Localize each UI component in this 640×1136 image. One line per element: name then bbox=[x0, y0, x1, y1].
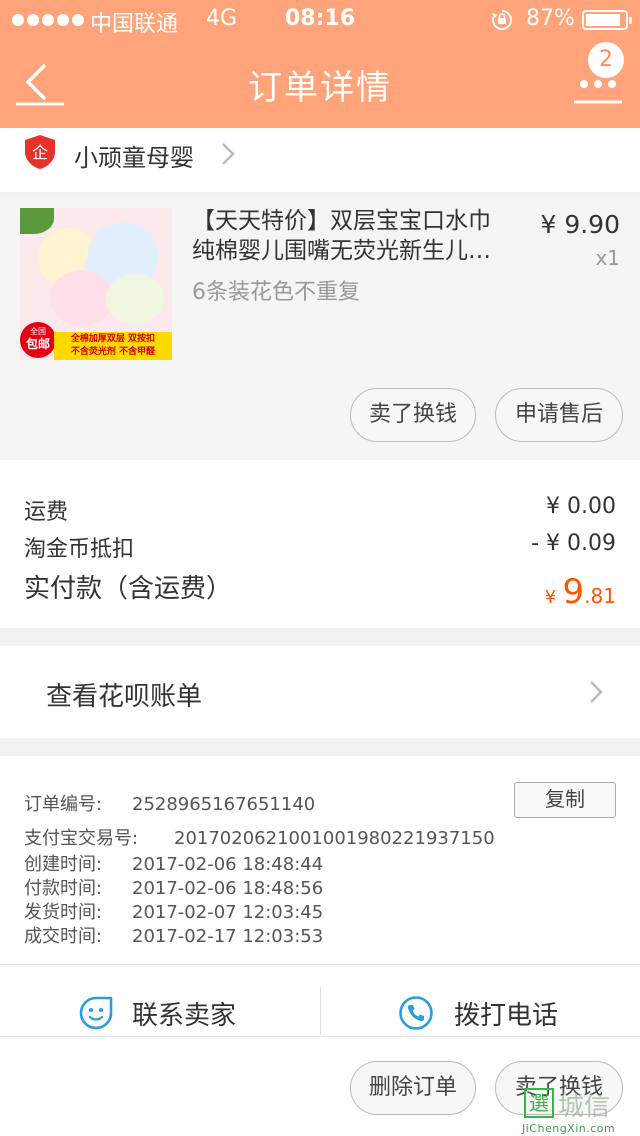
product-price: ¥ 9.90 bbox=[540, 210, 620, 239]
shop-row[interactable]: 企 小顽童母婴 bbox=[0, 128, 640, 192]
shipped-time: 2017-02-07 12:03:45 bbox=[132, 902, 324, 923]
coin-label: 淘金币抵扣 bbox=[24, 537, 135, 562]
shop-badge-icon: 企 bbox=[25, 135, 55, 169]
order-number: 2528965167651140 bbox=[132, 794, 316, 815]
watermark-box: 選 bbox=[524, 1088, 554, 1118]
completed-time-label: 成交时间: bbox=[24, 926, 103, 947]
created-time-label: 创建时间: bbox=[24, 854, 103, 875]
header-bar: 中国联通 4G 08:16 87% 订单详情 2 bbox=[0, 0, 640, 128]
order-number-row: 订单编号: 2528965167651140 bbox=[24, 790, 315, 816]
coin-value: - ¥ 0.09 bbox=[531, 531, 616, 556]
phone-icon[interactable] bbox=[398, 995, 434, 1031]
created-time-row: 创建时间: 2017-02-06 18:48:44 bbox=[24, 850, 323, 876]
paid-label: 实付款（含运费） bbox=[24, 574, 233, 604]
alipay-number-label: 支付宝交易号: bbox=[24, 828, 139, 849]
shop-name[interactable]: 小顽童母婴 bbox=[74, 138, 194, 173]
alipay-number-row: 支付宝交易号: 2017020621001001980221937150 bbox=[24, 824, 495, 850]
huabei-bill-row[interactable]: 查看花呗账单 bbox=[0, 646, 640, 738]
contact-divider bbox=[320, 987, 321, 1035]
banner-line-1: 全棉加厚双层 双按扣 bbox=[70, 334, 156, 344]
paid-dec: .81 bbox=[584, 584, 616, 608]
paid-int: 9 bbox=[562, 572, 585, 612]
shop-badge-text: 企 bbox=[32, 143, 48, 162]
free-shipping-badge: 全国 包邮 bbox=[20, 322, 56, 358]
created-time: 2017-02-06 18:48:44 bbox=[132, 854, 324, 875]
chevron-right-icon bbox=[222, 143, 235, 165]
call-phone-button[interactable]: 拨打电话 bbox=[454, 995, 558, 1032]
order-number-label: 订单编号: bbox=[24, 794, 103, 815]
paid-value: ¥ 9.81 bbox=[545, 572, 616, 612]
order-info: 订单编号: 2528965167651140 复制 支付宝交易号: 20170206… bbox=[0, 756, 640, 964]
sell-button[interactable]: 卖了换钱 bbox=[350, 388, 476, 442]
product-image[interactable]: 全国 包邮 全棉加厚双层 双按扣 不含荧光剂 不含甲醛 bbox=[20, 208, 172, 360]
battery-icon bbox=[582, 10, 632, 30]
watermark-url: JiChengXin.com bbox=[522, 1122, 616, 1135]
shipped-time-label: 发货时间: bbox=[24, 902, 103, 923]
delete-order-button[interactable]: 删除订单 bbox=[350, 1061, 476, 1115]
watermark-text: 城信 bbox=[558, 1092, 611, 1122]
status-bar: 中国联通 4G 08:16 87% bbox=[0, 0, 640, 40]
product-card[interactable]: 全国 包邮 全棉加厚双层 双按扣 不含荧光剂 不含甲醛 【天天特价】双层宝宝口水… bbox=[0, 196, 640, 460]
paid-time-label: 付款时间: bbox=[24, 878, 103, 899]
battery-percent: 87% bbox=[526, 6, 575, 31]
watermark: 選 城信 JiChengXin.com bbox=[522, 1088, 640, 1136]
paid-time: 2017-02-06 18:48:56 bbox=[132, 878, 324, 899]
after-sale-button[interactable]: 申请售后 bbox=[495, 388, 623, 442]
shipped-time-row: 发货时间: 2017-02-07 12:03:45 bbox=[24, 898, 323, 924]
paid-time-row: 付款时间: 2017-02-06 18:48:56 bbox=[24, 874, 323, 900]
alipay-number: 2017020621001001980221937150 bbox=[174, 828, 495, 849]
image-banner: 全棉加厚双层 双按扣 不含荧光剂 不含甲醛 bbox=[54, 332, 172, 360]
completed-time: 2017-02-17 12:03:53 bbox=[132, 926, 324, 947]
badge-big-text: 包邮 bbox=[25, 337, 50, 351]
chevron-right-icon bbox=[590, 681, 603, 703]
product-sku: 6条装花色不重复 bbox=[192, 280, 360, 305]
chat-face-icon[interactable] bbox=[78, 995, 114, 1031]
paid-symbol: ¥ bbox=[544, 587, 557, 608]
shipping-label: 运费 bbox=[24, 500, 69, 525]
copy-button[interactable]: 复制 bbox=[514, 782, 616, 818]
contact-seller-button[interactable]: 联系卖家 bbox=[132, 995, 236, 1032]
page-title: 订单详情 bbox=[248, 68, 392, 108]
cost-summary: 运费 ¥ 0.00 淘金币抵扣 - ¥ 0.09 实付款（含运费） ¥ 9.81 bbox=[0, 460, 640, 628]
product-quantity: x1 bbox=[595, 246, 620, 270]
huabei-label[interactable]: 查看花呗账单 bbox=[46, 676, 202, 713]
product-title[interactable]: 【天天特价】双层宝宝口水巾 纯棉婴儿围嘴无荧光新生儿… bbox=[192, 206, 514, 266]
contact-bar: 联系卖家 拨打电话 bbox=[0, 964, 640, 1036]
completed-time-row: 成交时间: 2017-02-17 12:03:53 bbox=[24, 922, 323, 948]
rotation-lock-icon bbox=[492, 10, 512, 30]
banner-line-2: 不含荧光剂 不含甲醛 bbox=[70, 347, 156, 357]
product-title-line-2: 纯棉婴儿围嘴无荧光新生儿… bbox=[192, 238, 491, 264]
badge-small-text: 全国 bbox=[30, 327, 46, 336]
product-title-line-1: 【天天特价】双层宝宝口水巾 bbox=[192, 208, 491, 234]
shipping-value: ¥ 0.00 bbox=[546, 494, 616, 519]
notification-badge: 2 bbox=[588, 42, 624, 78]
